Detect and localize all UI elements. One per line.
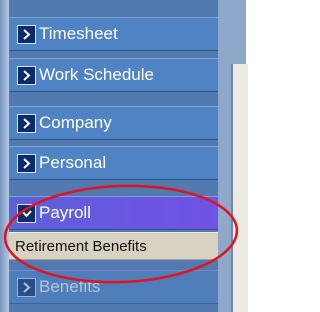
chevron-right-icon: [17, 113, 36, 133]
chevron-right-icon: [17, 277, 36, 297]
chevron-right-icon: [17, 65, 36, 85]
menu-item-benefits[interactable]: Benefits: [9, 270, 218, 304]
menu-item-label: Company: [39, 113, 112, 132]
menu-item-label: Work Schedule: [39, 65, 154, 84]
menu-item-work-schedule[interactable]: Work Schedule: [9, 58, 218, 92]
chevron-right-icon: [17, 153, 36, 173]
menu-item-timesheet[interactable]: Timesheet: [9, 17, 218, 51]
left-edge-strip: [0, 0, 9, 312]
chevron-down-icon: [17, 203, 36, 223]
content-panel-body: [231, 64, 248, 312]
chevron-right-icon: [17, 24, 36, 44]
menu-item-payroll[interactable]: Payroll: [9, 196, 218, 230]
menu-item-company[interactable]: Company: [9, 106, 218, 140]
menu-item-label: Personal: [39, 153, 107, 172]
menu-item-label: Benefits: [39, 277, 101, 296]
submenu-item-label: Retirement Benefits: [15, 237, 147, 255]
menu-item-label: Timesheet: [39, 24, 118, 43]
submenu-item-retirement-benefits[interactable]: Retirement Benefits: [9, 232, 218, 260]
menu-item-label: Payroll: [39, 203, 91, 222]
navigation-menu: Timesheet Work Schedule Company Personal…: [9, 0, 218, 312]
menu-item-personal[interactable]: Personal: [9, 146, 218, 180]
